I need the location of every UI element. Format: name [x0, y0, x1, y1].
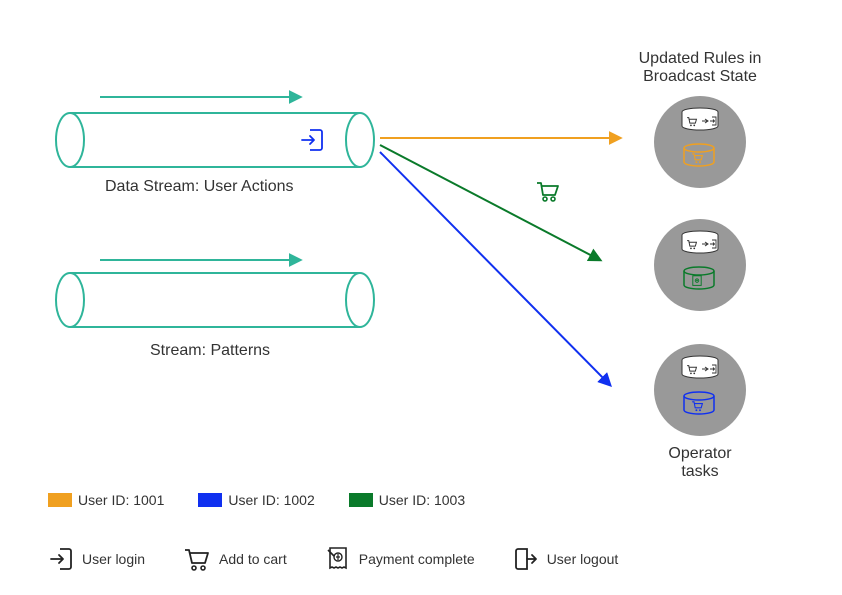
operator-tasks-label: Operator tasks: [650, 445, 750, 481]
pattern-stream-label: Stream: Patterns: [150, 342, 270, 360]
cart-icon: [183, 546, 211, 572]
legend-user-1002: User ID: 1002: [198, 492, 314, 508]
arrow-user-1003: [380, 145, 600, 260]
logout-icon: [513, 546, 539, 572]
operator-task-3: [654, 344, 746, 436]
legend-user-1003-label: User ID: 1003: [379, 492, 465, 508]
legend-user-1002-label: User ID: 1002: [228, 492, 314, 508]
legend-user-1003: User ID: 1003: [349, 492, 465, 508]
swatch-1002: [198, 493, 222, 507]
swatch-1001: [48, 493, 72, 507]
legend-login-label: User login: [82, 551, 145, 567]
arrow-user-1002: [380, 152, 610, 385]
login-icon: [48, 546, 74, 572]
cart-icon-midstream: [537, 183, 558, 201]
legend-user-1001-label: User ID: 1001: [78, 492, 164, 508]
data-stream-label: Data Stream: User Actions: [105, 178, 294, 196]
receipt-icon: [325, 545, 351, 573]
legend-user-1001: User ID: 1001: [48, 492, 164, 508]
login-icon-in-stream: [302, 130, 322, 150]
legend-users: User ID: 1001 User ID: 1002 User ID: 100…: [48, 492, 493, 508]
legend-logout-label: User logout: [547, 551, 619, 567]
swatch-1003: [349, 493, 373, 507]
operator-task-1: [654, 96, 746, 188]
legend-icons: User login Add to cart Payment complete: [48, 545, 650, 573]
cylinder-patterns: [56, 273, 374, 327]
legend-logout: User logout: [513, 546, 619, 572]
cylinder-data-stream: [56, 113, 374, 167]
legend-login: User login: [48, 546, 145, 572]
legend-payment: Payment complete: [325, 545, 475, 573]
legend-cart: Add to cart: [183, 546, 287, 572]
legend-cart-label: Add to cart: [219, 551, 287, 567]
operator-task-2: [654, 219, 746, 311]
legend-payment-label: Payment complete: [359, 551, 475, 567]
